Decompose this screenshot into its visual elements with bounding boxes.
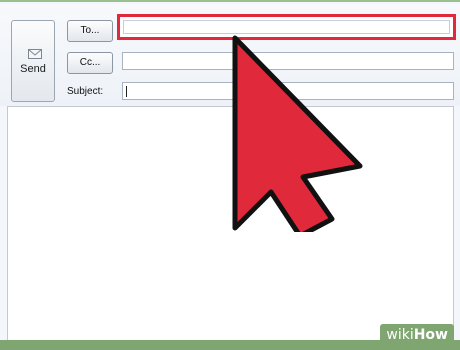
compose-window: Send To... Cc... Subject: wikiHow [0,0,460,350]
subject-label: Subject: [67,86,104,97]
logo-part-2: How [413,327,448,343]
to-button[interactable]: To... [67,20,113,42]
logo-part-1: wiki [386,327,414,343]
envelope-icon [28,49,42,59]
send-label: Send [20,63,46,75]
wikihow-logo: wikiHow [380,324,454,346]
cc-button[interactable]: Cc... [67,52,113,74]
send-button[interactable]: Send [11,20,55,102]
arrow-cursor-icon [232,35,363,232]
text-caret [126,86,127,97]
